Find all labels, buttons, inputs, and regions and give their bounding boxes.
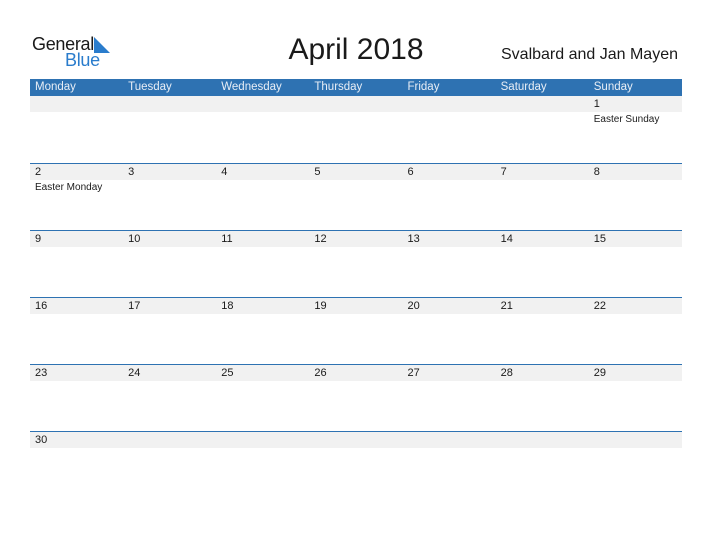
day-cell: 7 — [496, 164, 589, 230]
weekday-sunday: Sunday — [593, 81, 633, 93]
weekday-thursday: Thursday — [314, 81, 363, 93]
day-cell: 4 — [216, 164, 309, 230]
day-cell: 20 — [403, 298, 496, 364]
day-number: 27 — [407, 367, 420, 379]
day-number: 12 — [314, 233, 327, 245]
day-number: 4 — [221, 166, 228, 178]
day-cell: 27 — [403, 365, 496, 431]
day-cell: 13 — [403, 231, 496, 297]
day-cell: 17 — [123, 298, 216, 364]
week-row: 2 Easter Monday 3 4 5 6 7 8 — [30, 163, 682, 230]
day-cell: 5 — [309, 164, 402, 230]
day-number: 13 — [407, 233, 420, 245]
day-cell — [123, 432, 216, 498]
day-number: 3 — [128, 166, 135, 178]
day-number: 15 — [593, 233, 606, 245]
day-cell: 30 — [30, 432, 123, 498]
day-number: 8 — [593, 166, 600, 178]
day-number: 17 — [128, 300, 141, 312]
day-cell — [30, 96, 123, 163]
day-number: 19 — [314, 300, 327, 312]
weekday-header: Monday Tuesday Wednesday Thursday Friday Satu… — [30, 79, 682, 96]
day-cell: 15 — [589, 231, 682, 297]
day-cell: 23 — [30, 365, 123, 431]
day-number: 23 — [35, 367, 48, 379]
day-number: 26 — [314, 367, 327, 379]
day-cell: 21 — [496, 298, 589, 364]
holiday-label: Easter Monday — [35, 182, 103, 193]
day-cell: 25 — [216, 365, 309, 431]
day-number: 20 — [407, 300, 420, 312]
region-name: Svalbard and Jan Mayen — [501, 46, 678, 63]
day-cell: 8 — [589, 164, 682, 230]
day-cell: 12 — [309, 231, 402, 297]
day-number: 28 — [500, 367, 513, 379]
day-cell — [309, 432, 402, 498]
day-cell: 24 — [123, 365, 216, 431]
day-cell: 14 — [496, 231, 589, 297]
day-cell — [403, 96, 496, 163]
day-cell: 11 — [216, 231, 309, 297]
day-cell: 6 — [403, 164, 496, 230]
week-row: 1 Easter Sunday — [30, 96, 682, 163]
day-number: 6 — [407, 166, 414, 178]
week-row: 30 — [30, 431, 682, 498]
day-number: 5 — [314, 166, 321, 178]
day-cell: 3 — [123, 164, 216, 230]
day-cell: 22 — [589, 298, 682, 364]
day-number: 18 — [221, 300, 234, 312]
day-cell: 29 — [589, 365, 682, 431]
day-number: 9 — [35, 233, 42, 245]
day-number: 24 — [128, 367, 141, 379]
day-cell: 28 — [496, 365, 589, 431]
day-number: 25 — [221, 367, 234, 379]
weekday-friday: Friday — [407, 81, 440, 93]
weekday-saturday: Saturday — [500, 81, 547, 93]
holiday-label: Easter Sunday — [593, 114, 660, 125]
day-cell — [309, 96, 402, 163]
day-cell — [216, 96, 309, 163]
day-cell: 26 — [309, 365, 402, 431]
day-cell: 19 — [309, 298, 402, 364]
day-cell: 2 Easter Monday — [30, 164, 123, 230]
week-row: 9 10 11 12 13 14 15 — [30, 230, 682, 297]
day-number: 10 — [128, 233, 141, 245]
weekday-tuesday: Tuesday — [128, 81, 172, 93]
day-cell — [216, 432, 309, 498]
day-number: 2 — [35, 166, 42, 178]
weekday-wednesday: Wednesday — [221, 81, 282, 93]
day-cell: 1 Easter Sunday — [589, 96, 682, 163]
day-number: 7 — [500, 166, 507, 178]
day-cell: 16 — [30, 298, 123, 364]
day-number: 14 — [500, 233, 513, 245]
day-number: 11 — [221, 233, 233, 245]
week-row: 23 24 25 26 27 28 29 — [30, 364, 682, 431]
weekday-monday: Monday — [35, 81, 76, 93]
day-cell — [496, 432, 589, 498]
day-cell — [496, 96, 589, 163]
day-number: 22 — [593, 300, 606, 312]
day-cell — [589, 432, 682, 498]
day-cell — [403, 432, 496, 498]
day-number: 16 — [35, 300, 48, 312]
day-cell: 10 — [123, 231, 216, 297]
day-cell: 18 — [216, 298, 309, 364]
day-number: 1 — [593, 98, 600, 110]
day-cell: 9 — [30, 231, 123, 297]
day-cell — [123, 96, 216, 163]
day-number: 21 — [500, 300, 513, 312]
day-number: 29 — [593, 367, 606, 379]
day-number: 30 — [35, 434, 48, 446]
week-row: 16 17 18 19 20 21 22 — [30, 297, 682, 364]
calendar-grid: 1 Easter Sunday 2 Easter Monday 3 4 5 6 7 8 9 10 11 1… — [30, 96, 682, 498]
